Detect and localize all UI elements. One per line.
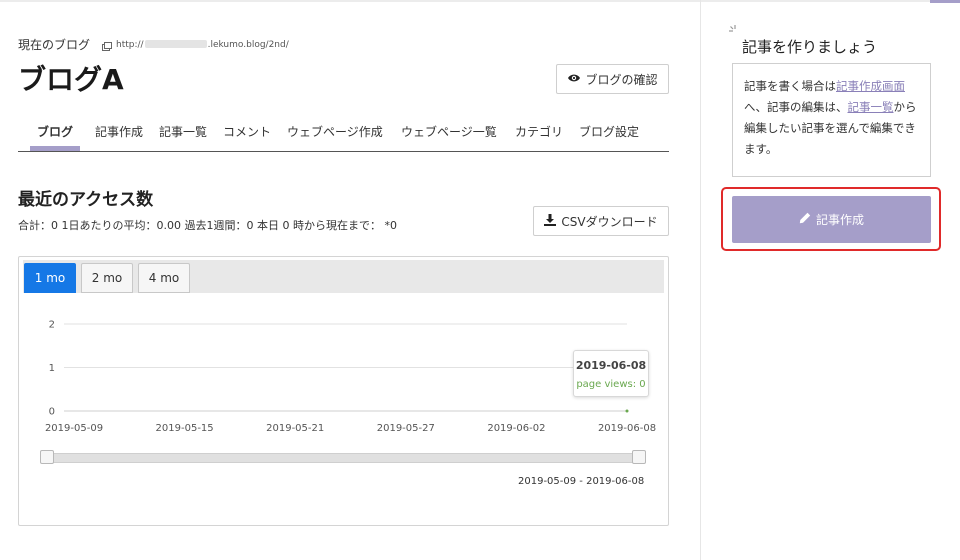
y-tick-label: 1 [49,363,55,374]
range-slider-track[interactable] [41,453,645,463]
x-tick-label: 2019-06-08 [598,423,656,434]
sidebar-divider [700,0,701,560]
x-tick-label: 2019-05-15 [156,423,214,434]
y-tick-label: 0 [49,407,55,418]
blog-tabs: ブログ 記事作成 記事一覧 コメント ウェブページ作成 ウェブページ一覧 カテゴ… [18,118,669,152]
tab-create-webpage[interactable]: ウェブページ作成 [287,123,383,140]
access-chart-panel: 1 mo 2 mo 4 mo 0 1 2 2019-05-09 2019-05-15 20… [18,256,669,526]
x-tick-label: 2019-05-27 [377,423,435,434]
sidebar-help-box: 記事を書く場合は記事作成画面へ、記事の編集は、記事一覧から編集したい記事を選んで… [732,63,931,177]
y-tick-label: 2 [49,320,55,331]
view-blog-button[interactable]: ブログの確認 [556,64,669,94]
view-blog-label: ブログの確認 [585,72,658,87]
tab-webpage-list[interactable]: ウェブページ一覧 [401,123,497,140]
series-point-0-0 [625,409,629,413]
create-entry-link[interactable]: 記事作成画面 [836,79,905,93]
tab-create-entry[interactable]: 記事作成 [95,123,143,140]
blog-url[interactable]: http://.lekumo.blog/2nd/ [116,40,289,50]
selected-range-label: 2019-05-09 - 2019-06-08 [518,476,645,487]
chart-tooltip: 2019-06-08 page views: 0 [573,350,649,397]
tab-entry-list[interactable]: 記事一覧 [159,123,207,140]
url-redacted-block [144,40,207,48]
entry-list-link[interactable]: 記事一覧 [848,100,894,114]
current-blog-label: 現在のブログ [18,38,91,52]
range-slider-right-handle[interactable] [632,450,646,464]
pencil-icon [799,212,811,227]
range-slider-left-handle[interactable] [40,450,54,464]
active-tab-indicator [30,146,80,151]
csv-download-button[interactable]: CSVダウンロード [533,206,669,236]
tooltip-date: 2019-06-08 [575,359,647,372]
tab-categories[interactable]: カテゴリ [515,123,563,140]
tab-blog-settings[interactable]: ブログ設定 [579,123,639,140]
main-content: 現在のブログ http://.lekumo.blog/2nd/ ブログA ブログ… [18,0,669,560]
sidebar-title: 記事を作りましょう [742,38,878,56]
eye-icon [567,72,581,86]
page-title: ブログA [18,63,124,96]
x-tick-label: 2019-05-09 [45,423,103,434]
sparkle-icon [729,25,736,32]
create-entry-button-label: 記事作成 [815,213,864,227]
tab-comments[interactable]: コメント [223,123,271,140]
access-section-title: 最近のアクセス数 [18,190,154,210]
window-icon [102,40,113,51]
tab-blog[interactable]: ブログ [37,123,73,140]
tooltip-value: page views: 0 [576,379,646,390]
x-tick-label: 2019-06-02 [487,423,545,434]
top-accent-bar [930,0,960,3]
csv-download-label: CSVダウンロード [561,214,658,229]
x-tick-label: 2019-05-21 [266,423,324,434]
download-icon [544,213,557,229]
create-entry-button[interactable]: 記事作成 [732,196,931,243]
access-summary: 合計：0 1日あたりの平均：0.00 過去1週間：0 本日 0 時から現在まで：… [18,219,397,232]
current-blog-row: 現在のブログ http://.lekumo.blog/2nd/ [18,36,289,53]
